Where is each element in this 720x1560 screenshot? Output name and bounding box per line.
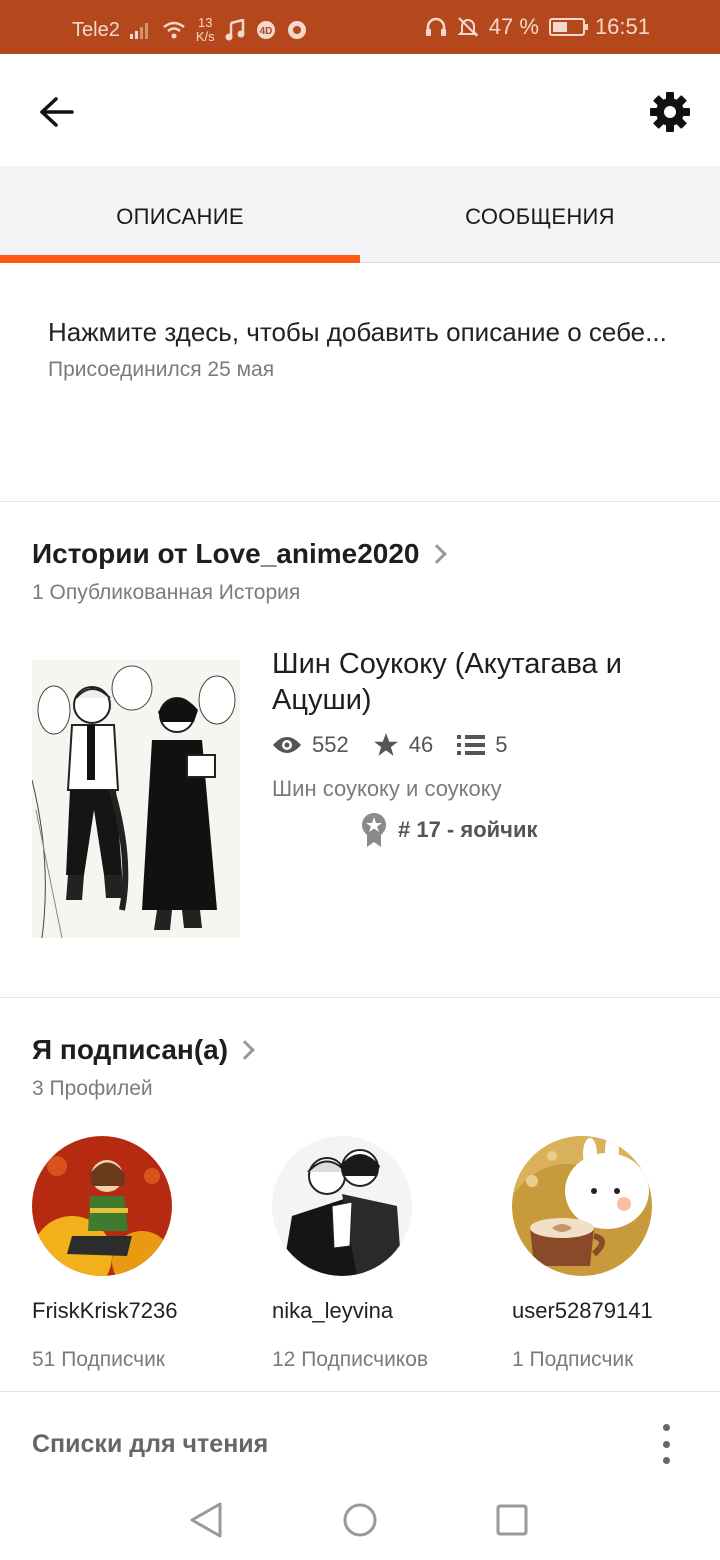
story-cover-image[interactable] — [32, 660, 240, 938]
divider — [0, 997, 720, 998]
views-stat: 552 — [272, 732, 349, 758]
ribbon-badge-icon — [362, 813, 386, 847]
avatar[interactable] — [272, 1136, 412, 1276]
profile-followers: 12 Подписчиков — [272, 1348, 429, 1371]
tab-description[interactable]: ОПИСАНИЕ — [0, 166, 360, 263]
status-bar: Tele2 13 K/s 4D 47 % 16:51 — [0, 0, 720, 54]
svg-text:4D: 4D — [259, 26, 272, 37]
carrier-label: Tele2 — [72, 18, 120, 41]
status-bar-left: Tele2 13 K/s 4D — [72, 16, 307, 44]
stories-header[interactable]: Истории от Love_anime2020 — [32, 538, 447, 570]
stories-title: Истории от Love_anime2020 — [32, 538, 420, 569]
gear-icon — [650, 92, 690, 132]
speed-unit: K/s — [195, 29, 215, 44]
tab-messages[interactable]: СООБЩЕНИЯ — [360, 166, 720, 262]
list-icon — [457, 735, 486, 755]
profile-card[interactable]: nika_leyvina 12 Подписчиков — [272, 1136, 492, 1372]
nav-back-button[interactable] — [188, 1500, 228, 1540]
parts-count: 5 — [495, 732, 508, 757]
more-vert-icon — [662, 1424, 670, 1431]
back-button[interactable] — [30, 86, 82, 138]
following-title: Я подписан(а) — [32, 1034, 229, 1065]
4d-icon: 4D — [256, 21, 275, 39]
music-icon — [225, 19, 245, 41]
signal-icon — [129, 23, 148, 39]
profile-followers: 1 Подписчик — [512, 1348, 634, 1371]
wifi-icon — [163, 21, 185, 39]
story-rank[interactable]: # 17 - яойчик — [360, 812, 537, 848]
arrow-left-icon — [40, 97, 74, 127]
chevron-right-icon — [235, 1040, 255, 1060]
more-options-button[interactable] — [656, 1424, 676, 1464]
parts-stat: 5 — [457, 732, 507, 758]
eye-icon — [273, 737, 301, 753]
battery-icon — [548, 18, 588, 36]
triangle-back-icon — [190, 1502, 222, 1538]
speed-value: 13 — [197, 15, 213, 30]
nav-recent-button[interactable] — [492, 1500, 532, 1540]
network-speed: 13 K/s — [196, 16, 215, 44]
square-recent-icon — [496, 1504, 528, 1536]
chevron-right-icon — [426, 544, 447, 564]
divider — [0, 1391, 720, 1392]
status-bar-right: 47 % 16:51 — [425, 14, 650, 40]
joined-date: Присоединился 25 мая — [48, 358, 275, 381]
profile-tabs: ОПИСАНИЕ СООБЩЕНИЯ — [0, 166, 720, 263]
story-title[interactable]: Шин Соукоку (Акутагава и Ацуши) — [272, 646, 692, 718]
divider — [0, 501, 720, 502]
votes-stat: 46 — [373, 732, 433, 758]
add-description-prompt[interactable]: Нажмите здесь, чтобы добавить описание о… — [48, 312, 668, 352]
following-count: 3 Профилей — [32, 1077, 153, 1100]
nav-home-button[interactable] — [340, 1500, 380, 1540]
headphones-icon — [425, 17, 446, 36]
following-list: FriskKrisk7236 51 Подписчик nika_leyvina… — [0, 1136, 720, 1371]
story-stats: 552 46 5 — [272, 732, 531, 758]
bell-off-icon — [457, 17, 479, 37]
chrome-icon — [287, 21, 306, 39]
views-count: 552 — [312, 732, 349, 757]
circle-home-icon — [343, 1503, 377, 1537]
profile-username[interactable]: nika_leyvina — [272, 1298, 492, 1324]
about-section: Нажмите здесь, чтобы добавить описание о… — [48, 312, 668, 382]
more-vert-dot — [662, 1457, 670, 1464]
story-tags: Шин соукоку и соукоку — [272, 776, 502, 801]
profile-followers: 51 Подписчик — [32, 1348, 165, 1371]
more-vert-dot — [662, 1440, 670, 1448]
profile-username[interactable]: user52879141 — [512, 1298, 720, 1324]
avatar[interactable] — [512, 1136, 652, 1276]
votes-count: 46 — [408, 732, 434, 757]
following-header[interactable]: Я подписан(а) — [32, 1034, 255, 1066]
avatar[interactable] — [32, 1136, 172, 1276]
system-nav-bar — [0, 1480, 720, 1560]
rank-label: # 17 - яойчик — [398, 817, 538, 842]
settings-button[interactable] — [644, 86, 696, 138]
reading-lists-title[interactable]: Списки для чтения — [32, 1430, 268, 1459]
profile-username[interactable]: FriskKrisk7236 — [32, 1298, 252, 1324]
star-icon — [373, 733, 398, 756]
top-app-bar — [0, 54, 720, 166]
battery-percent: 47 % — [488, 14, 539, 39]
clock: 16:51 — [594, 14, 650, 39]
stories-count: 1 Опубликованная История — [32, 581, 301, 604]
profile-card[interactable]: user52879141 1 Подписчик — [512, 1136, 720, 1372]
profile-card[interactable]: FriskKrisk7236 51 Подписчик — [32, 1136, 252, 1372]
